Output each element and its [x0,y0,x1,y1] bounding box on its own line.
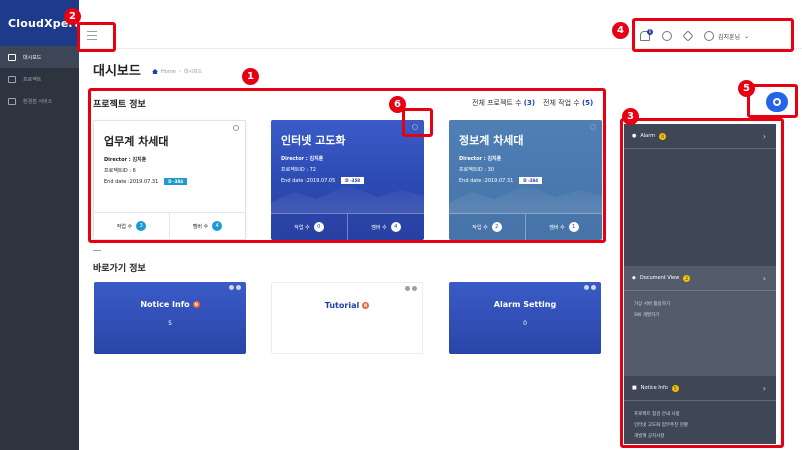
annotation-number: 3 [622,108,639,125]
shortcut-card-tutorial[interactable]: Tutorial N [271,282,423,354]
sidebar-item-service[interactable]: 환경점 서비스 [0,90,79,112]
annotation-number: 1 [242,68,259,85]
chevron-right-icon: › [178,68,181,75]
shortcut-title: Alarm Setting [493,300,557,309]
breadcrumb: Home › 대시보드 [152,68,202,75]
card-controls [584,285,596,290]
shortcut-card-notice[interactable]: Notice Info N 5 [94,282,246,354]
breadcrumb-current: 대시보드 [183,69,203,75]
settings-icon[interactable] [591,285,596,290]
section-divider [93,250,101,251]
annotation-number: 5 [738,80,755,97]
shortcut-value: 5 [168,320,172,327]
page-title: 대시보드 [93,64,141,79]
shortcut-card-alarm[interactable]: Alarm Setting 0 [449,282,601,354]
settings-icon[interactable] [236,285,241,290]
refresh-icon[interactable] [229,285,234,290]
settings-icon[interactable] [412,286,417,291]
clipboard-icon [8,75,16,83]
home-icon[interactable] [152,69,158,74]
sidebar-item-label: 대시보드 [23,54,42,61]
annotation-box-3 [620,118,784,448]
card-controls [229,285,241,290]
annotation-number: 4 [612,22,629,39]
sidebar: CloudXpert 대시보드 프로젝트 환경점 서비스 [0,0,79,450]
new-badge: N [192,301,200,308]
sidebar-item-project[interactable]: 프로젝트 [0,68,79,90]
annotation-box-6 [402,108,433,137]
sidebar-item-label: 프로젝트 [23,76,42,83]
refresh-icon[interactable] [405,286,410,291]
annotation-box-1 [88,88,606,243]
shortcut-value: 0 [523,320,527,327]
chart-icon [8,97,16,105]
shortcut-title: Notice Info N [140,300,200,309]
annotation-number: 6 [389,96,406,113]
annotation-box-4 [632,18,794,52]
new-badge: N [362,302,370,309]
shortcut-section-title: 바로가기 정보 [93,264,146,274]
monitor-icon [8,53,16,61]
annotation-number: 2 [64,8,81,25]
sidebar-item-dashboard[interactable]: 대시보드 [0,46,79,68]
refresh-icon[interactable] [584,285,589,290]
annotation-box-2 [77,22,116,52]
card-controls [405,286,417,291]
sidebar-item-label: 환경점 서비스 [23,98,53,105]
shortcut-title: Tutorial N [324,301,370,310]
breadcrumb-home[interactable]: Home [161,69,176,75]
